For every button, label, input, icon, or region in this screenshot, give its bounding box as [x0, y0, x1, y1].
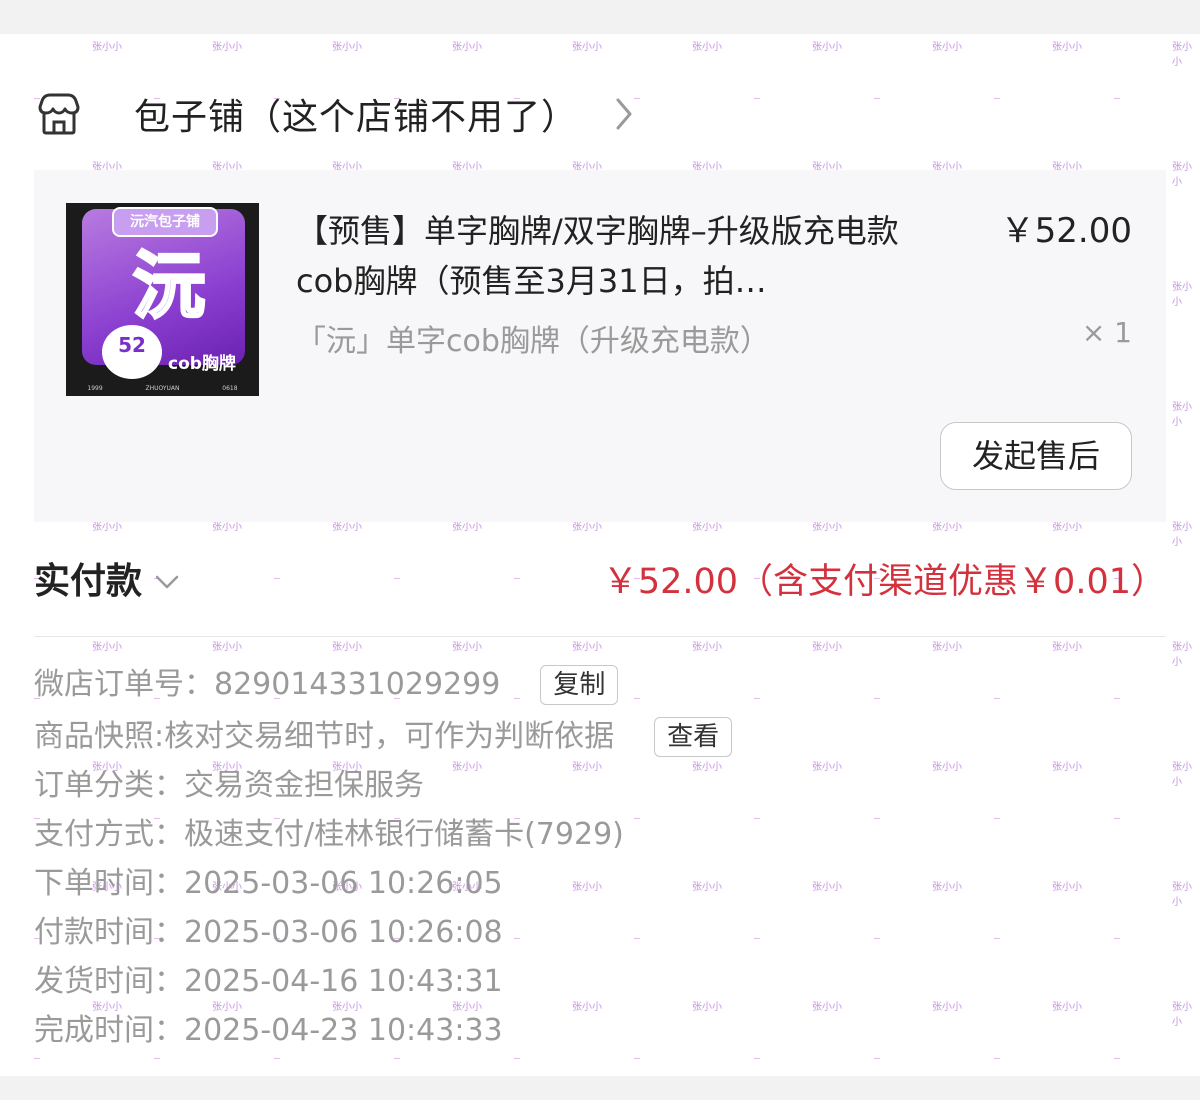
watermark-text: 张小小 — [212, 642, 242, 653]
payment-method-value: 极速支付/桂林银行储蓄卡(7929) — [184, 817, 624, 852]
watermark-dash — [994, 98, 1000, 99]
order-number-value: 829014331029299 — [214, 667, 501, 702]
watermark-text: 张小小 — [812, 42, 842, 53]
order-time-value: 2025-03-06 10:26:05 — [184, 866, 503, 901]
copy-button[interactable]: 复制 — [540, 664, 619, 705]
watermark-text: 张小小 — [1172, 1002, 1192, 1028]
order-category-row: 订单分类： 交易资金担保服务 — [34, 761, 1166, 810]
thumbnail-banner: 沅汽包子铺 — [112, 207, 218, 237]
product-spec: 「沅」单字cob胸牌（升级充电款） — [296, 324, 770, 359]
paid-amount-value: ￥52.00（含支付渠道优惠￥0.01） — [602, 562, 1166, 602]
shop-name[interactable]: 包子铺（这个店铺不用了） — [134, 88, 578, 140]
watermark-text: 张小小 — [932, 642, 962, 653]
watermark-text: 张小小 — [1172, 522, 1192, 548]
paid-amount-toggle[interactable]: 实付款 — [34, 552, 180, 612]
watermark-text: 张小小 — [1172, 282, 1192, 308]
order-detail-card: 张小小 张小小 张小小 张小小 张小小 张小小 张小小 张小小 张小小 张小小 张小小 张小小 张小小张… — [0, 34, 1200, 1076]
order-time-row: 下单时间： 2025-03-06 10:26:05 — [34, 859, 1166, 908]
watermark-dash — [874, 98, 880, 99]
watermark-text: 张小小 — [1172, 42, 1192, 68]
divider — [34, 636, 1166, 637]
watermark-text: 张小小 — [1172, 642, 1192, 668]
watermark-text: 张小小 — [692, 642, 722, 653]
paid-amount-row[interactable]: 实付款 ￥52.00（含支付渠道优惠￥0.01） — [34, 552, 1166, 612]
watermark-dash — [34, 1058, 40, 1059]
watermark-dash — [994, 1058, 1000, 1059]
thumbnail-price-badge: 52 — [102, 325, 162, 379]
completion-time-row: 完成时间： 2025-04-23 10:43:33 — [34, 1006, 1166, 1055]
chevron-right-icon — [616, 98, 632, 130]
payment-time-row: 付款时间： 2025-03-06 10:26:08 — [34, 908, 1166, 957]
after-sale-button[interactable]: 发起售后 — [940, 422, 1132, 490]
watermark-text: 张小小 — [452, 42, 482, 53]
order-number-row: 微店订单号： 829014331029299 复制 — [34, 660, 1166, 709]
watermark-dash — [154, 1058, 160, 1059]
watermark-text: 张小小 — [1172, 402, 1192, 428]
order-category-value: 交易资金担保服务 — [184, 768, 424, 803]
watermark-text: 张小小 — [572, 642, 602, 653]
watermark-dash — [634, 1058, 640, 1059]
completion-time-value: 2025-04-23 10:43:33 — [184, 1013, 503, 1048]
order-category-label: 订单分类： — [34, 768, 184, 803]
thumbnail-foot-right: 0618 — [222, 385, 238, 392]
payment-method-label: 支付方式： — [34, 817, 184, 852]
watermark-text: 张小小 — [812, 642, 842, 653]
product-price: ￥52.00 — [1000, 211, 1132, 251]
store-icon — [38, 93, 80, 135]
snapshot-text: 核对交易细节时，可作为判断依据 — [164, 719, 615, 754]
watermark-text: 张小小 — [452, 642, 482, 653]
watermark-dash — [514, 1058, 520, 1059]
watermark-dash — [274, 1058, 280, 1059]
watermark-dash — [874, 1058, 880, 1059]
shipping-time-label: 发货时间： — [34, 964, 184, 999]
watermark-text: 张小小 — [1172, 882, 1192, 908]
payment-method-row: 支付方式： 极速支付/桂林银行储蓄卡(7929) — [34, 810, 1166, 859]
watermark-text: 张小小 — [212, 42, 242, 53]
order-number-label: 微店订单号： — [34, 667, 214, 702]
thumbnail-label: cob胸牌 — [168, 354, 236, 374]
thumbnail-artwork: 沅汽包子铺 沅 52 cob胸牌 — [82, 207, 245, 379]
chevron-down-icon — [155, 575, 179, 589]
shipping-time-row: 发货时间： 2025-04-16 10:43:31 — [34, 957, 1166, 1006]
thumbnail-footer: 1999 ZHUOYUAN 0618 — [66, 385, 259, 392]
watermark-text: 张小小 — [92, 42, 122, 53]
watermark-dash — [754, 1058, 760, 1059]
snapshot-label: 商品快照: — [34, 719, 165, 754]
watermark-text: 张小小 — [1052, 42, 1082, 53]
product-title[interactable]: 【预售】单字胸牌/双字胸牌–升级版充电款cob胸牌（预售至3月31日，拍… — [296, 206, 916, 306]
completion-time-label: 完成时间： — [34, 1013, 184, 1048]
view-snapshot-button[interactable]: 查看 — [654, 716, 733, 757]
watermark-text: 张小小 — [92, 642, 122, 653]
thumbnail-glyph: 沅 — [131, 243, 206, 330]
product-quantity: × 1 — [1081, 316, 1132, 349]
watermark-text: 张小小 — [1172, 162, 1192, 188]
payment-time-value: 2025-03-06 10:26:08 — [184, 915, 503, 950]
shop-header[interactable]: 包子铺（这个店铺不用了） — [34, 84, 734, 144]
order-info-list: 微店订单号： 829014331029299 复制 商品快照: 核对交易细节时，… — [34, 660, 1166, 1055]
watermark-text: 张小小 — [1052, 642, 1082, 653]
snapshot-row: 商品快照: 核对交易细节时，可作为判断依据 查看 — [34, 712, 1166, 761]
paid-amount-label: 实付款 — [34, 561, 143, 602]
payment-time-label: 付款时间： — [34, 915, 184, 950]
thumbnail-foot-mid: ZHUOYUAN — [145, 385, 180, 392]
watermark-text: 张小小 — [932, 42, 962, 53]
product-thumbnail[interactable]: 沅汽包子铺 沅 52 cob胸牌 1999 ZHUOYUAN 0618 — [66, 203, 259, 396]
watermark-dash — [1114, 98, 1120, 99]
watermark-text: 张小小 — [1172, 762, 1192, 788]
watermark-dash — [1114, 1058, 1120, 1059]
watermark-text: 张小小 — [332, 642, 362, 653]
watermark-text: 张小小 — [332, 42, 362, 53]
product-item[interactable]: 沅汽包子铺 沅 52 cob胸牌 1999 ZHUOYUAN 0618 【预售】… — [34, 170, 1166, 522]
watermark-dash — [754, 98, 760, 99]
watermark-text: 张小小 — [692, 42, 722, 53]
order-time-label: 下单时间： — [34, 866, 184, 901]
watermark-dash — [394, 1058, 400, 1059]
shipping-time-value: 2025-04-16 10:43:31 — [184, 964, 503, 999]
watermark-text: 张小小 — [572, 42, 602, 53]
thumbnail-foot-left: 1999 — [87, 385, 103, 392]
